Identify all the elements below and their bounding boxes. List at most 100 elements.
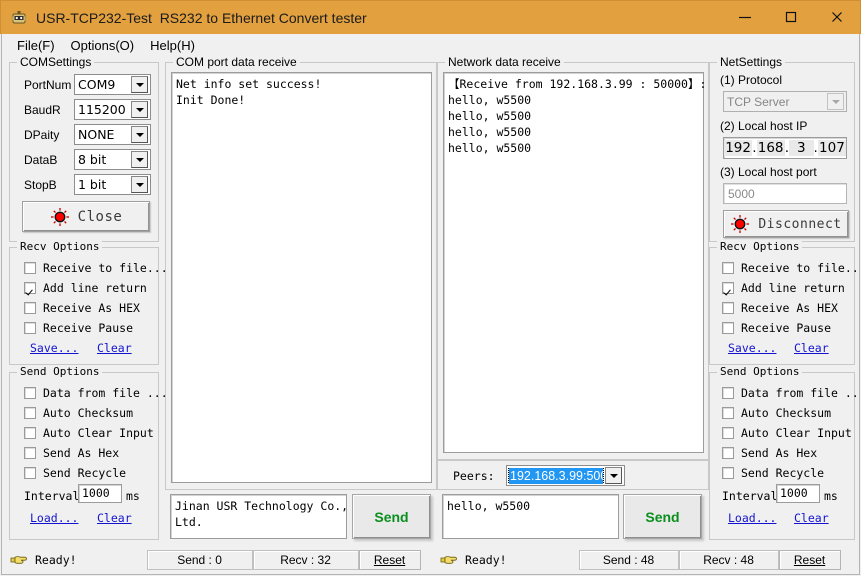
net-receive-textarea[interactable]: 【Receive from 192.168.3.99 : 50000】: hel…: [443, 72, 706, 453]
status-right-send-count: Send : 48: [578, 550, 679, 570]
menu-item-help[interactable]: Help(H): [142, 36, 203, 55]
datab-combo[interactable]: 8 bit: [74, 149, 151, 170]
com-data-from-file-checkbox[interactable]: Data from file ...: [24, 385, 168, 401]
com-send-button[interactable]: Send: [352, 494, 431, 539]
com-interval-input[interactable]: 1000: [78, 484, 122, 503]
com-recv-options-legend: Recv Options: [17, 240, 103, 253]
net-send-clear-link[interactable]: Clear: [794, 511, 829, 525]
net-add-line-return-label: Add line return: [741, 281, 845, 295]
checkbox-box: [24, 407, 36, 419]
com-send-as-hex-checkbox[interactable]: Send As Hex: [24, 445, 119, 461]
com-receive-textarea[interactable]: Net info set success! Init Done!: [171, 72, 432, 483]
net-send-recycle-label: Send Recycle: [741, 466, 825, 480]
local-host-port-input[interactable]: 5000: [723, 183, 847, 204]
status-right-ready-text: Ready!: [465, 553, 507, 567]
chevron-down-icon[interactable]: [131, 76, 148, 93]
net-send-textarea[interactable]: hello, w5500: [442, 494, 619, 539]
baudr-combo[interactable]: 115200: [74, 99, 151, 120]
maximize-button[interactable]: [768, 1, 814, 34]
status-bar-left: Ready! Send : 0 Recv : 32 Reset: [2, 547, 432, 573]
net-recv-save-link[interactable]: Save...: [728, 341, 776, 355]
com-receive-text: Net info set success! Init Done!: [176, 77, 322, 107]
com-settings-legend: COMSettings: [17, 55, 95, 69]
net-send-recycle-checkbox[interactable]: Send Recycle: [722, 465, 824, 481]
chevron-down-icon[interactable]: [131, 126, 148, 143]
protocol-combo[interactable]: TCP Server: [723, 91, 847, 112]
net-recv-clear-link[interactable]: Clear: [794, 341, 829, 355]
com-send-clear-link[interactable]: Clear: [97, 511, 132, 525]
chevron-down-icon[interactable]: [131, 101, 148, 118]
ip-octet-3: 3: [789, 140, 814, 156]
com-open-close-button[interactable]: Close: [22, 201, 150, 232]
net-auto-clear-input-checkbox[interactable]: Auto Clear Input: [722, 425, 852, 441]
net-send-load-link[interactable]: Load...: [728, 511, 776, 525]
com-recv-save-link[interactable]: Save...: [30, 341, 78, 355]
com-recv-as-hex-checkbox[interactable]: Receive As HEX: [24, 300, 140, 316]
net-recv-to-file-checkbox[interactable]: Receive to file...: [722, 260, 861, 276]
com-auto-clear-input-label: Auto Clear Input: [43, 426, 154, 440]
status-right-ready: Ready!: [432, 553, 507, 567]
client-area: COMSettings PortNum COM9 BaudR 115200 DP…: [1, 55, 861, 575]
portnum-label: PortNum: [24, 78, 72, 92]
net-auto-checksum-label: Auto Checksum: [741, 406, 832, 420]
com-interval-unit: ms: [126, 489, 140, 503]
net-auto-checksum-checkbox[interactable]: Auto Checksum: [722, 405, 831, 421]
peers-combo[interactable]: 192.168.3.99:50000: [506, 465, 625, 486]
minimize-button[interactable]: [722, 1, 768, 34]
chevron-down-icon[interactable]: [131, 151, 148, 168]
ip-octet-4: 107: [817, 140, 847, 156]
chevron-down-icon[interactable]: [605, 467, 622, 484]
menu-item-options[interactable]: Options(O): [63, 36, 143, 55]
datab-label: DataB: [24, 153, 58, 167]
net-send-text: hello, w5500: [447, 499, 531, 513]
net-data-from-file-checkbox[interactable]: Data from file ...: [722, 385, 861, 401]
dpaity-value: NONE: [78, 127, 115, 142]
checkbox-box: [722, 407, 734, 419]
stopb-combo[interactable]: 1 bit: [74, 174, 151, 195]
menu-item-file[interactable]: File(F): [9, 36, 63, 55]
net-send-as-hex-checkbox[interactable]: Send As Hex: [722, 445, 817, 461]
checkbox-box: [24, 427, 36, 439]
menu-bar: File(F) Options(O) Help(H): [1, 34, 860, 57]
com-send-textarea[interactable]: Jinan USR Technology Co., Ltd.: [170, 494, 348, 539]
status-left-ready-text: Ready!: [35, 553, 77, 567]
net-add-line-return-checkbox[interactable]: Add line return: [722, 280, 845, 296]
com-add-line-return-checkbox[interactable]: Add line return: [24, 280, 147, 296]
com-auto-clear-input-checkbox[interactable]: Auto Clear Input: [24, 425, 154, 441]
com-auto-checksum-checkbox[interactable]: Auto Checksum: [24, 405, 133, 421]
com-recv-pause-checkbox[interactable]: Receive Pause: [24, 320, 133, 336]
checkbox-box: [24, 262, 36, 274]
com-send-load-link[interactable]: Load...: [30, 511, 78, 525]
dpaity-combo[interactable]: NONE: [74, 124, 151, 145]
com-data-receive-legend: COM port data receive: [173, 55, 300, 69]
net-recv-as-hex-checkbox[interactable]: Receive As HEX: [722, 300, 838, 316]
stopb-value: 1 bit: [78, 177, 107, 192]
net-send-button[interactable]: Send: [623, 494, 702, 539]
pointing-hand-icon: [440, 553, 458, 567]
net-recv-to-file-label: Receive to file...: [741, 261, 861, 275]
net-data-receive-group: Network data receive 【Receive from 192.1…: [437, 55, 709, 460]
close-button[interactable]: [814, 1, 860, 34]
net-interval-input[interactable]: 1000: [776, 484, 820, 503]
net-recv-pause-checkbox[interactable]: Receive Pause: [722, 320, 831, 336]
pointing-hand-icon: [10, 553, 28, 567]
net-connect-disconnect-button[interactable]: Disconnect: [723, 210, 849, 238]
status-left-reset-button[interactable]: Reset: [358, 550, 421, 570]
baudr-value: 115200: [78, 102, 126, 117]
local-host-ip-input[interactable]: 192. 168. 3. 107: [723, 137, 847, 159]
window-title: USR-TCP232-Test RS232 to Ethernet Conver…: [36, 9, 367, 26]
com-recv-clear-link[interactable]: Clear: [97, 341, 132, 355]
title-bar: USR-TCP232-Test RS232 to Ethernet Conver…: [0, 0, 861, 34]
status-left-send-count: Send : 0: [146, 550, 253, 570]
com-send-recycle-checkbox[interactable]: Send Recycle: [24, 465, 126, 481]
checkbox-box: [722, 387, 734, 399]
status-right-reset-button[interactable]: Reset: [778, 550, 841, 570]
com-send-options-legend: Send Options: [17, 365, 103, 378]
checkbox-box: [24, 282, 36, 294]
chevron-down-icon[interactable]: [131, 176, 148, 193]
ip-octet-1: 192: [724, 140, 753, 156]
com-data-from-file-label: Data from file ...: [43, 386, 168, 400]
chevron-down-icon[interactable]: [827, 93, 844, 110]
com-recv-to-file-checkbox[interactable]: Receive to file...: [24, 260, 168, 276]
portnum-combo[interactable]: COM9: [74, 74, 151, 95]
